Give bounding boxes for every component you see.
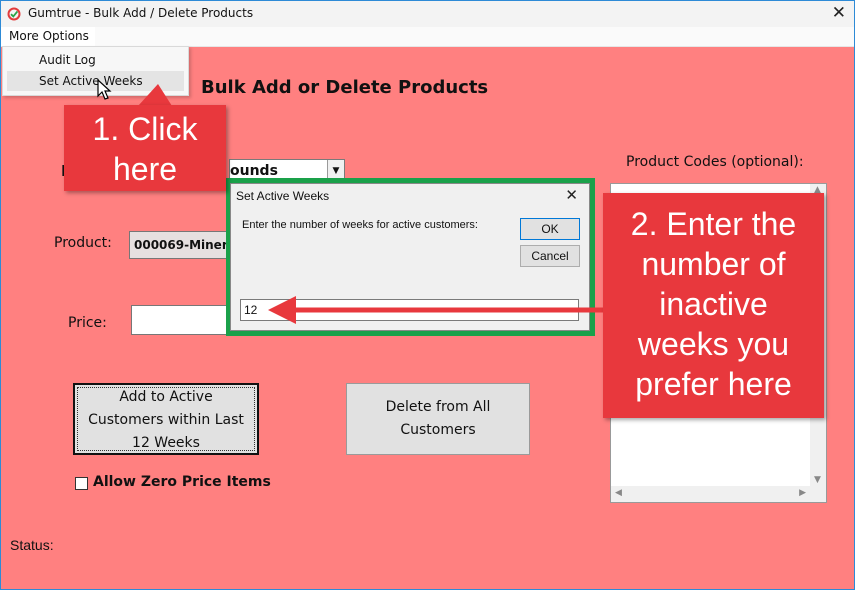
dialog-message: Enter the number of weeks for active cus… — [242, 219, 478, 231]
close-icon[interactable]: ✕ — [832, 3, 846, 23]
horizontal-scrollbar[interactable]: ◀ ▶ — [611, 486, 826, 502]
dialog-title: Set Active Weeks — [236, 189, 330, 203]
product-field[interactable]: 000069-Mineral — [129, 231, 231, 259]
window-title: Gumtrue - Bulk Add / Delete Products — [28, 6, 254, 20]
page-title: Bulk Add or Delete Products — [201, 77, 489, 98]
callout2-line-2: number of — [641, 246, 786, 282]
callout2-line-5: prefer here — [635, 366, 792, 402]
ok-button[interactable]: OK — [520, 218, 580, 240]
focus-ring — [77, 387, 255, 451]
product-label: Product: — [54, 235, 112, 251]
menu-item-set-active-weeks[interactable]: Set Active Weeks — [7, 71, 184, 91]
mouse-pointer-icon — [97, 79, 112, 100]
set-active-weeks-dialog: Set Active Weeks ✕ Enter the number of w… — [230, 183, 590, 331]
scroll-left-icon[interactable]: ◀ — [615, 488, 622, 498]
callout2-line-1: 2. Enter the — [630, 206, 797, 242]
title-bar: Gumtrue - Bulk Add / Delete Products ✕ — [1, 1, 854, 27]
callout-enter-weeks: 2. Enter the number of inactive weeks yo… — [603, 193, 824, 418]
price-input[interactable] — [131, 305, 233, 335]
menu-item-audit-log[interactable]: Audit Log — [7, 50, 184, 70]
add-to-active-button[interactable]: Add to Active Customers within Last 12 W… — [73, 383, 259, 455]
delete-button-line-2: Customers — [400, 422, 476, 438]
delete-button-line-1: Delete from All — [385, 399, 491, 415]
weeks-input[interactable]: 12 — [240, 299, 579, 321]
callout-click-here: 1. Click here — [64, 105, 226, 191]
allow-zero-checkbox[interactable] — [75, 477, 88, 490]
cancel-button[interactable]: Cancel — [520, 245, 580, 267]
menu-more-options[interactable]: More Options — [1, 27, 95, 46]
scroll-down-icon[interactable]: ▼ — [814, 475, 821, 485]
scroll-right-icon[interactable]: ▶ — [799, 488, 806, 498]
callout2-line-3: inactive — [659, 286, 768, 322]
gumtrue-logo-icon — [7, 7, 21, 21]
price-label: Price: — [68, 315, 107, 331]
menu-bar: More Options — [1, 27, 854, 47]
status-label: Status: — [10, 537, 54, 553]
unit-select-value: ounds — [230, 163, 278, 179]
callout1-line-1: 1. Click — [92, 111, 198, 147]
callout1-line-2: here — [112, 151, 178, 187]
more-options-dropdown: Audit Log Set Active Weeks — [2, 46, 189, 96]
allow-zero-label: Allow Zero Price Items — [93, 474, 271, 490]
delete-from-all-button[interactable]: Delete from All Customers — [346, 383, 530, 455]
callout2-line-4: weeks you — [637, 326, 790, 362]
dialog-close-icon[interactable]: ✕ — [565, 186, 578, 204]
product-codes-label: Product Codes (optional): — [626, 154, 804, 170]
